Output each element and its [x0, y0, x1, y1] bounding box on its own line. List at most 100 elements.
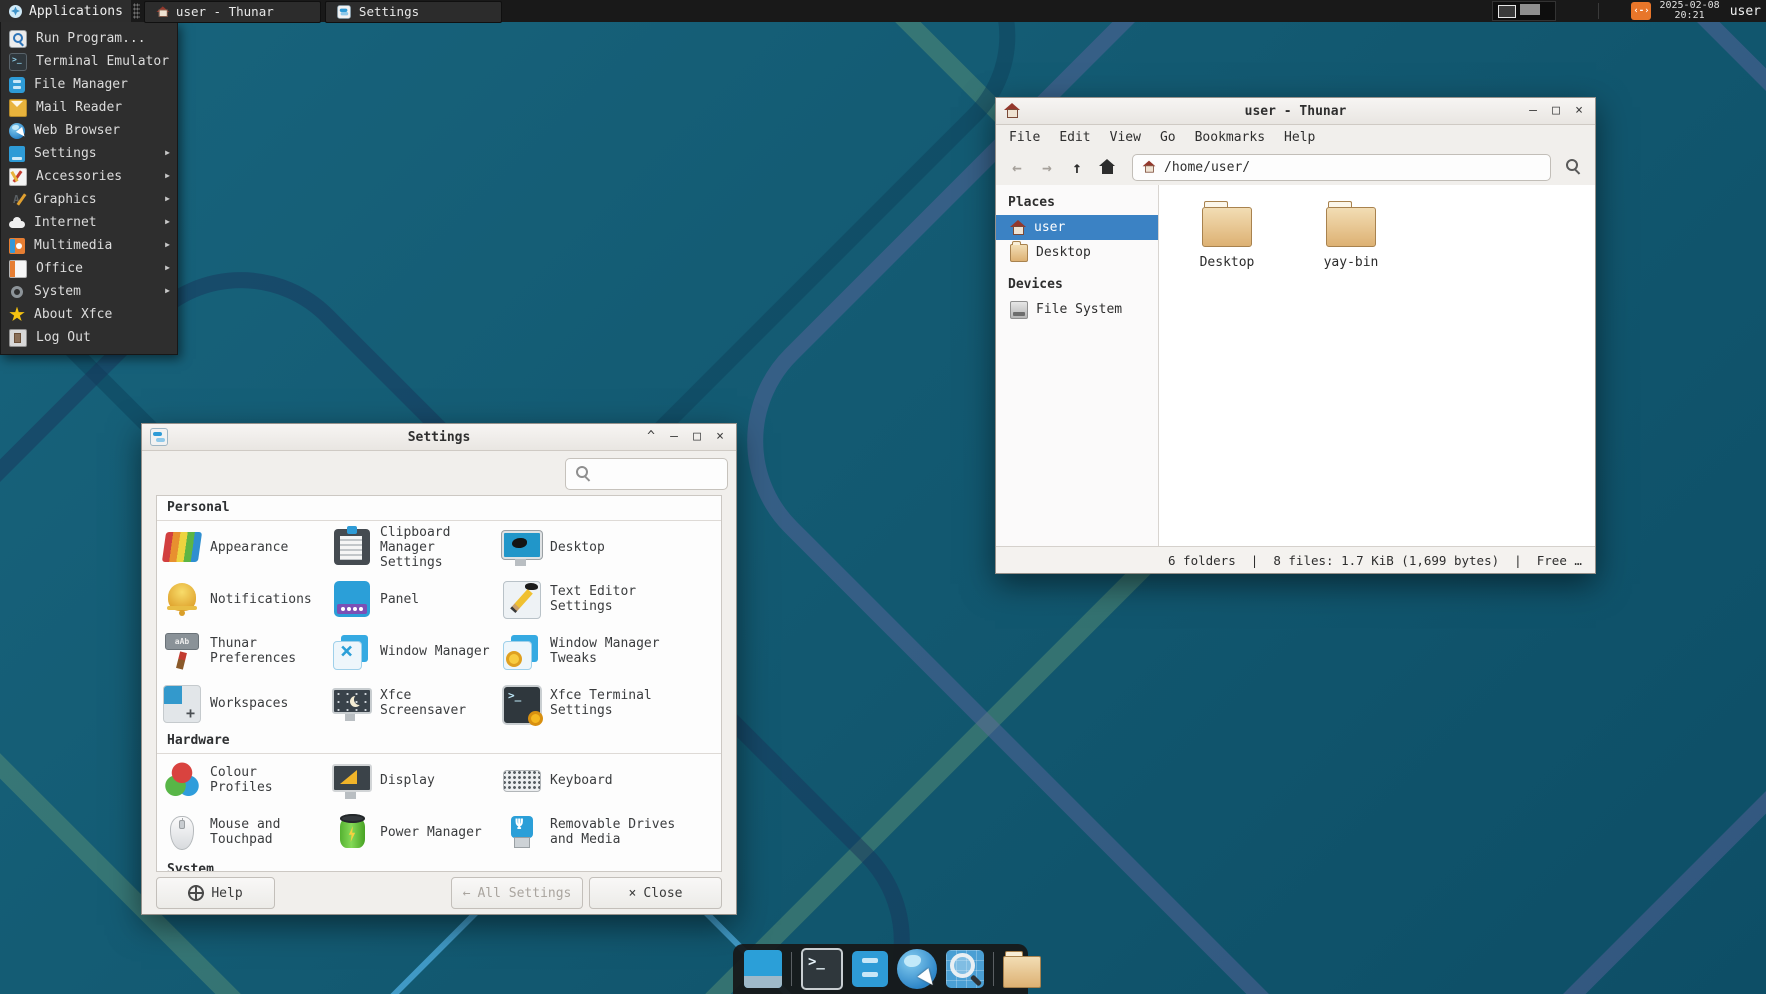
colour-profiles-icon: [164, 762, 200, 798]
places-header: Places: [996, 192, 1158, 215]
orange-tray-icon[interactable]: ‹-›: [1631, 2, 1651, 20]
settings-item-panel[interactable]: Panel: [327, 573, 497, 625]
settings-item-keyboard[interactable]: Keyboard: [497, 754, 721, 806]
section-header-hardware: Hardware: [157, 729, 721, 754]
file-manager-icon[interactable]: [852, 951, 888, 987]
search-button[interactable]: [1561, 154, 1587, 180]
settings-item-list[interactable]: Personal Appearance Clipboard Manager Se…: [156, 495, 722, 872]
menu-view[interactable]: View: [1110, 130, 1141, 145]
minimize-button[interactable]: –: [667, 424, 681, 450]
thunar-statusbar: 6 folders | 8 files: 1.7 KiB (1,699 byte…: [996, 546, 1595, 573]
close-button[interactable]: ×: [713, 424, 727, 450]
settings-item-thunar-preferences[interactable]: Thunar Preferences: [157, 625, 327, 677]
close-button[interactable]: ×: [1572, 98, 1586, 124]
settings-item-window-manager-tweaks[interactable]: Window Manager Tweaks: [497, 625, 721, 677]
settings-item-window-manager[interactable]: Window Manager: [327, 625, 497, 677]
sidebar-item-desktop[interactable]: Desktop: [996, 240, 1158, 265]
workspaces-icon: [163, 685, 201, 723]
settings-item-display[interactable]: Display: [327, 754, 497, 806]
settings-item-desktop[interactable]: Desktop: [497, 521, 721, 573]
settings-item-power-manager[interactable]: Power Manager: [327, 806, 497, 858]
taskbar-item-settings[interactable]: Settings: [325, 1, 502, 23]
up-icon[interactable]: ↑: [1064, 154, 1090, 180]
office-icon: [9, 260, 27, 278]
menu-item-office[interactable]: Office: [1, 257, 177, 280]
home-toolbar-icon[interactable]: [1094, 154, 1120, 180]
search-icon: [575, 465, 593, 483]
show-desktop-icon[interactable]: [744, 950, 782, 988]
menu-item-about-xfce[interactable]: About Xfce: [1, 303, 177, 326]
drive-icon: [1010, 301, 1028, 319]
menu-item-multimedia[interactable]: Multimedia: [1, 234, 177, 257]
terminal-settings-icon: [502, 685, 542, 725]
menu-item-file-manager[interactable]: File Manager: [1, 73, 177, 96]
thunar-preferences-icon: [164, 633, 200, 669]
panel-grip[interactable]: [133, 3, 140, 19]
close-button[interactable]: × Close: [589, 877, 722, 909]
all-settings-button[interactable]: ← All Settings: [451, 877, 583, 909]
help-button[interactable]: Help: [156, 877, 275, 909]
app-finder-icon[interactable]: [946, 950, 984, 988]
path-bar[interactable]: /home/user/: [1132, 154, 1551, 181]
sidebar-item-user[interactable]: user: [996, 215, 1158, 240]
forward-icon[interactable]: →: [1034, 154, 1060, 180]
settings-item-notifications[interactable]: Notifications: [157, 573, 327, 625]
settings-item-removable-drives[interactable]: Removable Drives and Media: [497, 806, 721, 858]
menu-item-accessories[interactable]: Accessories: [1, 165, 177, 188]
applications-menu-button[interactable]: Applications: [0, 0, 131, 22]
removable-drives-icon: [511, 816, 533, 838]
menu-item-internet[interactable]: Internet: [1, 211, 177, 234]
xfce-logo-icon: [8, 4, 23, 19]
menu-bookmarks[interactable]: Bookmarks: [1195, 130, 1265, 145]
menu-item-terminal-emulator[interactable]: Terminal Emulator: [1, 50, 177, 73]
home-icon: [1004, 103, 1020, 119]
maximize-button[interactable]: □: [1549, 98, 1563, 124]
menu-item-run-program[interactable]: Run Program...: [1, 27, 177, 50]
settings-item-appearance[interactable]: Appearance: [157, 521, 327, 573]
star-icon: [9, 307, 25, 323]
top-panel: Applications user - Thunar Settings ‹-› …: [0, 0, 1766, 22]
terminal-icon: [9, 53, 27, 71]
settings-search-input[interactable]: [565, 458, 728, 490]
menu-go[interactable]: Go: [1160, 130, 1176, 145]
settings-item-mouse-touchpad[interactable]: Mouse and Touchpad: [157, 806, 327, 858]
minimize-button[interactable]: –: [1526, 98, 1540, 124]
pager-window: [1520, 4, 1540, 15]
settings-item-colour-profiles[interactable]: Colour Profiles: [157, 754, 327, 806]
file-item-desktop[interactable]: Desktop: [1179, 201, 1275, 270]
menu-item-log-out[interactable]: Log Out: [1, 326, 177, 349]
menu-item-settings[interactable]: Settings: [1, 142, 177, 165]
menu-item-mail-reader[interactable]: Mail Reader: [1, 96, 177, 119]
run-program-icon: [9, 30, 27, 48]
clock[interactable]: 2025-02-08 20:21: [1659, 1, 1719, 21]
menu-edit[interactable]: Edit: [1059, 130, 1090, 145]
menu-item-system[interactable]: System: [1, 280, 177, 303]
menu-help[interactable]: Help: [1284, 130, 1315, 145]
file-item-yay-bin[interactable]: yay-bin: [1303, 201, 1399, 270]
thunar-titlebar[interactable]: user - Thunar – □ ×: [996, 98, 1595, 125]
file-list-view[interactable]: Desktop yay-bin: [1159, 185, 1595, 546]
home-icon: [1099, 159, 1115, 175]
sidebar-item-filesystem[interactable]: File System: [996, 297, 1158, 322]
menu-item-graphics[interactable]: Graphics: [1, 188, 177, 211]
taskbar-item-thunar[interactable]: user - Thunar: [144, 1, 321, 23]
maximize-button[interactable]: □: [690, 424, 704, 450]
settings-item-screensaver[interactable]: Xfce Screensaver: [327, 677, 497, 729]
rollup-button[interactable]: ^: [644, 424, 658, 450]
terminal-icon[interactable]: [801, 948, 843, 990]
menu-item-web-browser[interactable]: Web Browser: [1, 119, 177, 142]
menu-file[interactable]: File: [1009, 130, 1040, 145]
settings-item-clipboard-manager[interactable]: Clipboard Manager Settings: [327, 521, 497, 573]
power-manager-icon: [340, 818, 365, 848]
display-icon: [332, 764, 372, 792]
user-menu-button[interactable]: user: [1730, 4, 1761, 19]
settings-titlebar[interactable]: Settings ^ – □ ×: [142, 424, 736, 451]
settings-item-text-editor[interactable]: Text Editor Settings: [497, 573, 721, 625]
settings-item-workspaces[interactable]: Workspaces: [157, 677, 327, 729]
back-icon[interactable]: ←: [1004, 154, 1030, 180]
workspace-pager[interactable]: [1492, 1, 1556, 21]
desktop-icon: [502, 531, 542, 559]
settings-item-terminal-settings[interactable]: Xfce Terminal Settings: [497, 677, 721, 729]
web-browser-icon[interactable]: [897, 949, 937, 989]
folder-icon[interactable]: [1003, 956, 1041, 988]
